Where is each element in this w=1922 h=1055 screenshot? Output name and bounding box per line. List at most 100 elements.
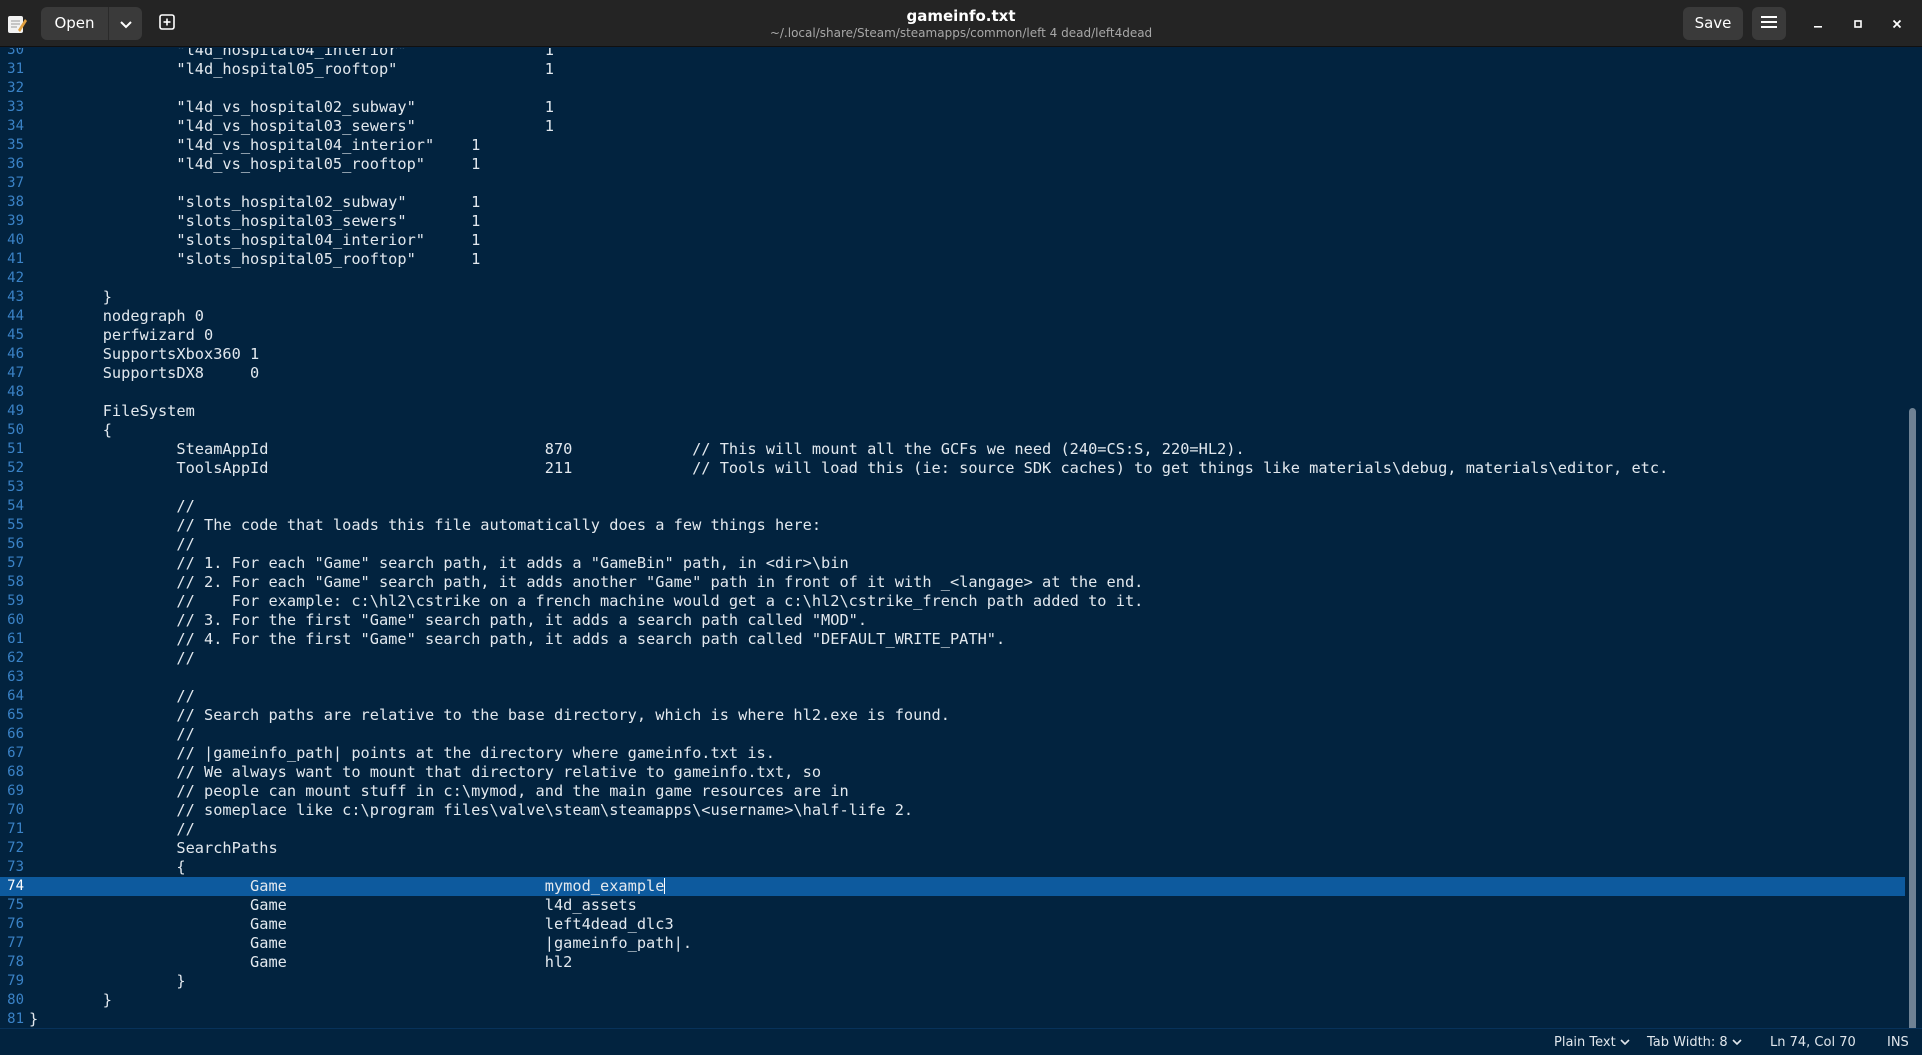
- tab-width-selector[interactable]: Tab Width: 8: [1647, 1034, 1742, 1051]
- code-line[interactable]: 81}: [0, 1010, 1905, 1028]
- code-line[interactable]: 44 nodegraph 0: [0, 307, 1905, 326]
- line-text[interactable]: "slots_hospital02_subway" 1: [29, 193, 480, 212]
- line-text[interactable]: //: [29, 497, 194, 516]
- code-line[interactable]: 78 Game hl2: [0, 953, 1905, 972]
- code-line[interactable]: 56 //: [0, 535, 1905, 554]
- code-line[interactable]: 33 "l4d_vs_hospital02_subway" 1: [0, 98, 1905, 117]
- code-line[interactable]: 46 SupportsXbox360 1: [0, 345, 1905, 364]
- code-line[interactable]: 35 "l4d_vs_hospital04_interior" 1: [0, 136, 1905, 155]
- open-menu-button[interactable]: [109, 7, 142, 40]
- line-text[interactable]: }: [29, 288, 112, 307]
- code-line[interactable]: 49 FileSystem: [0, 402, 1905, 421]
- code-line[interactable]: 68 // We always want to mount that direc…: [0, 763, 1905, 782]
- line-text[interactable]: perfwizard 0: [29, 326, 214, 345]
- code-line[interactable]: 62 //: [0, 649, 1905, 668]
- code-line[interactable]: 53: [0, 478, 1905, 497]
- line-text[interactable]: // |gameinfo_path| points at the directo…: [29, 744, 775, 763]
- line-text[interactable]: // 1. For each "Game" search path, it ad…: [29, 554, 848, 573]
- line-text[interactable]: FileSystem: [29, 402, 195, 421]
- line-text[interactable]: {: [29, 421, 112, 440]
- save-button[interactable]: Save: [1683, 7, 1743, 40]
- open-button[interactable]: Open: [41, 7, 109, 40]
- line-text[interactable]: // We always want to mount that director…: [29, 763, 821, 782]
- code-line[interactable]: 66 //: [0, 725, 1905, 744]
- line-text[interactable]: "l4d_vs_hospital03_sewers" 1: [29, 117, 554, 136]
- line-text[interactable]: "l4d_hospital04_interior" 1: [29, 48, 554, 60]
- line-text[interactable]: Game |gameinfo_path|.: [29, 934, 692, 953]
- line-text[interactable]: "slots_hospital05_rooftop" 1: [29, 250, 480, 269]
- code-line[interactable]: 40 "slots_hospital04_interior" 1: [0, 231, 1905, 250]
- line-text[interactable]: nodegraph 0: [29, 307, 204, 326]
- code-line[interactable]: 64 //: [0, 687, 1905, 706]
- line-text[interactable]: Game l4d_assets: [29, 896, 637, 915]
- line-text[interactable]: }: [29, 1010, 38, 1028]
- code-line[interactable]: 77 Game |gameinfo_path|.: [0, 934, 1905, 953]
- line-text[interactable]: // someplace like c:\program files\valve…: [29, 801, 913, 820]
- line-text[interactable]: "l4d_hospital05_rooftop" 1: [29, 60, 554, 79]
- code-line[interactable]: 67 // |gameinfo_path| points at the dire…: [0, 744, 1905, 763]
- code-line[interactable]: 76 Game left4dead_dlc3: [0, 915, 1905, 934]
- line-text[interactable]: Game mymod_example: [29, 877, 666, 896]
- code-line[interactable]: 59 // For example: c:\hl2\cstrike on a f…: [0, 592, 1905, 611]
- line-text[interactable]: //: [29, 820, 194, 839]
- line-text[interactable]: SupportsDX8 0: [29, 364, 260, 383]
- code-line[interactable]: 36 "l4d_vs_hospital05_rooftop" 1: [0, 155, 1905, 174]
- line-text[interactable]: "slots_hospital03_sewers" 1: [29, 212, 480, 231]
- code-line[interactable]: 48: [0, 383, 1905, 402]
- code-line[interactable]: 30 "l4d_hospital04_interior" 1: [0, 48, 1905, 60]
- code-line[interactable]: 38 "slots_hospital02_subway" 1: [0, 193, 1905, 212]
- line-text[interactable]: "slots_hospital04_interior" 1: [29, 231, 480, 250]
- close-button[interactable]: [1884, 11, 1910, 37]
- code-view[interactable]: 30 "l4d_hospital04_interior" 1 31 "l4d_ho…: [0, 48, 1905, 1028]
- code-line[interactable]: 55 // The code that loads this file auto…: [0, 516, 1905, 535]
- line-text[interactable]: "l4d_vs_hospital02_subway" 1: [29, 98, 554, 117]
- new-tab-button[interactable]: [151, 8, 183, 40]
- code-line[interactable]: 61 // 4. For the first "Game" search pat…: [0, 630, 1905, 649]
- line-text[interactable]: // Search paths are relative to the base…: [29, 706, 950, 725]
- code-line[interactable]: 31 "l4d_hospital05_rooftop" 1: [0, 60, 1905, 79]
- line-text[interactable]: SupportsXbox360 1: [29, 345, 260, 364]
- code-line[interactable]: 71 //: [0, 820, 1905, 839]
- code-line[interactable]: 57 // 1. For each "Game" search path, it…: [0, 554, 1905, 573]
- line-text[interactable]: // 3. For the first "Game" search path, …: [29, 611, 867, 630]
- code-line[interactable]: 63: [0, 668, 1905, 687]
- line-text[interactable]: Game hl2: [29, 953, 572, 972]
- code-line[interactable]: 45 perfwizard 0: [0, 326, 1905, 345]
- line-text[interactable]: // people can mount stuff in c:\mymod, a…: [29, 782, 848, 801]
- line-text[interactable]: SteamAppId 870 // This will mount all th…: [29, 440, 1244, 459]
- line-text[interactable]: SearchPaths: [29, 839, 277, 858]
- code-line[interactable]: 51 SteamAppId 870 // This will mount all…: [0, 440, 1905, 459]
- line-text[interactable]: "l4d_vs_hospital05_rooftop" 1: [29, 155, 480, 174]
- maximize-button[interactable]: [1845, 11, 1871, 37]
- code-line[interactable]: 58 // 2. For each "Game" search path, it…: [0, 573, 1905, 592]
- line-text[interactable]: }: [29, 972, 185, 991]
- line-text[interactable]: // 4. For the first "Game" search path, …: [29, 630, 1005, 649]
- line-text[interactable]: Game left4dead_dlc3: [29, 915, 674, 934]
- cursor-position[interactable]: Ln 74, Col 70: [1770, 1034, 1856, 1051]
- code-line[interactable]: 74 Game mymod_example: [0, 877, 1905, 896]
- code-line[interactable]: 79 }: [0, 972, 1905, 991]
- language-selector[interactable]: Plain Text: [1554, 1034, 1630, 1051]
- code-line[interactable]: 37: [0, 174, 1905, 193]
- line-text[interactable]: //: [29, 535, 194, 554]
- code-line[interactable]: 54 //: [0, 497, 1905, 516]
- code-line[interactable]: 34 "l4d_vs_hospital03_sewers" 1: [0, 117, 1905, 136]
- line-text[interactable]: {: [29, 858, 185, 877]
- code-line[interactable]: 32: [0, 79, 1905, 98]
- code-line[interactable]: 60 // 3. For the first "Game" search pat…: [0, 611, 1905, 630]
- text-editor-area[interactable]: 30 "l4d_hospital04_interior" 1 31 "l4d_ho…: [0, 48, 1922, 1028]
- line-text[interactable]: "l4d_vs_hospital04_interior" 1: [29, 136, 480, 155]
- code-line[interactable]: 73 {: [0, 858, 1905, 877]
- vertical-scrollbar[interactable]: [1909, 408, 1916, 1028]
- minimize-button[interactable]: [1805, 11, 1831, 37]
- main-menu-button[interactable]: [1752, 7, 1786, 40]
- code-line[interactable]: 39 "slots_hospital03_sewers" 1: [0, 212, 1905, 231]
- code-line[interactable]: 69 // people can mount stuff in c:\mymod…: [0, 782, 1905, 801]
- code-line[interactable]: 43 }: [0, 288, 1905, 307]
- code-line[interactable]: 75 Game l4d_assets: [0, 896, 1905, 915]
- code-line[interactable]: 42: [0, 269, 1905, 288]
- line-text[interactable]: // For example: c:\hl2\cstrike on a fren…: [29, 592, 1143, 611]
- code-line[interactable]: 80 }: [0, 991, 1905, 1010]
- code-line[interactable]: 41 "slots_hospital05_rooftop" 1: [0, 250, 1905, 269]
- line-text[interactable]: }: [29, 991, 112, 1010]
